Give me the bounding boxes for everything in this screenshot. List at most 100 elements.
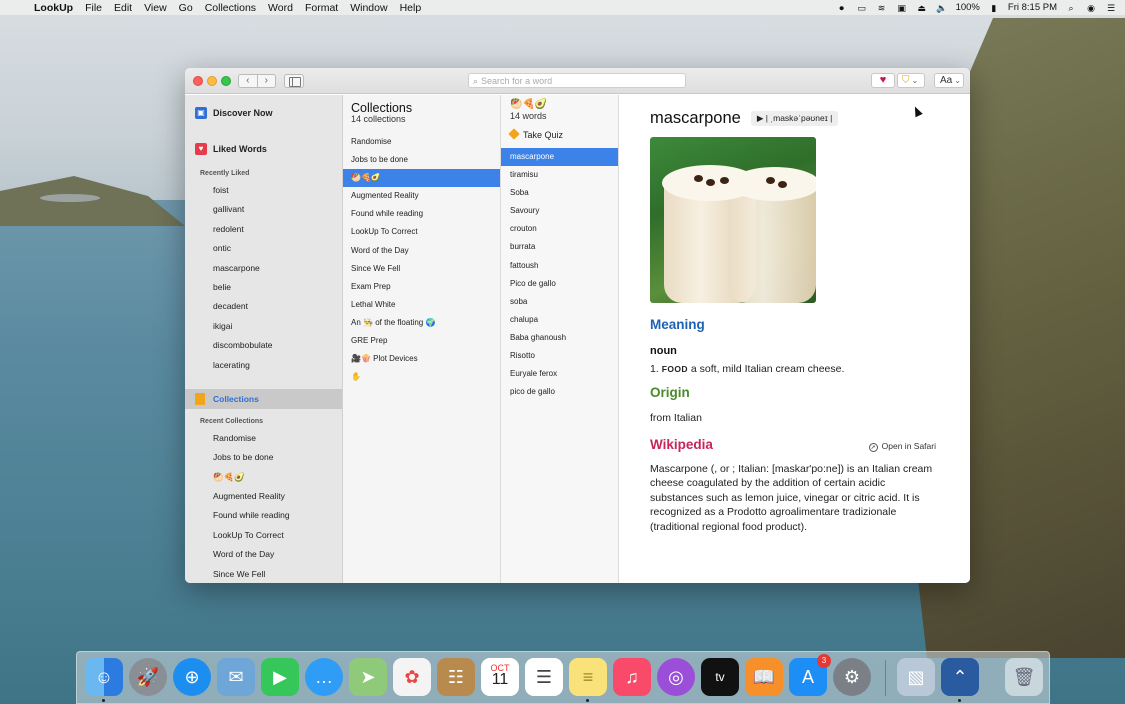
eject-icon[interactable]: ⏏ (916, 3, 928, 13)
minimize-button[interactable] (207, 76, 217, 86)
collection-item[interactable]: Jobs to be done (343, 151, 500, 169)
menu-app-name[interactable]: LookUp (28, 2, 79, 14)
record-icon[interactable]: ⏺ (836, 3, 848, 13)
word-item[interactable]: Risotto (501, 347, 618, 365)
sidebar-liked-item[interactable]: belie (185, 278, 342, 297)
sidebar-liked-item[interactable]: lacerating (185, 356, 342, 375)
collection-item[interactable]: Lethal White (343, 296, 500, 314)
airplay-icon[interactable]: ▭ (856, 3, 868, 13)
collection-item[interactable]: Randomise (343, 133, 500, 151)
sidebar-liked-item[interactable]: discombobulate (185, 336, 342, 355)
sidebar-liked-item[interactable]: mascarpone (185, 259, 342, 278)
sidebar-collection-item[interactable]: Since We Fell (185, 565, 342, 583)
word-item[interactable]: Savoury (501, 202, 618, 220)
collection-item[interactable]: Exam Prep (343, 278, 500, 296)
collection-item[interactable]: ✋ (343, 368, 500, 386)
menu-help[interactable]: Help (394, 2, 428, 14)
sidebar-liked-item[interactable]: decadent (185, 297, 342, 316)
maps-icon[interactable]: ➤ (349, 658, 387, 696)
sidebar-collection-item[interactable]: Word of the Day (185, 545, 342, 564)
books-icon[interactable]: 📖 (745, 658, 783, 696)
sidebar-liked-words[interactable]: ♥ Liked Words (185, 131, 342, 167)
collection-item[interactable]: Augmented Reality (343, 187, 500, 205)
sidebar-collection-item[interactable]: LookUp To Correct (185, 526, 342, 545)
sidebar-collection-item[interactable]: 🥙🍕🥑 (185, 468, 342, 487)
take-quiz-button[interactable]: Take Quiz (501, 127, 618, 148)
messages-icon[interactable]: … (305, 658, 343, 696)
podcasts-icon[interactable]: ◎ (657, 658, 695, 696)
sidebar-collections[interactable]: Collections (185, 388, 342, 409)
collection-item[interactable]: GRE Prep (343, 332, 500, 350)
contacts-icon[interactable]: ☷ (437, 658, 475, 696)
menu-clock[interactable]: Fri 8:15 PM (1008, 2, 1057, 13)
collection-item[interactable]: Found while reading (343, 205, 500, 223)
notification-center-icon[interactable]: ☰ (1105, 3, 1117, 13)
font-size-button[interactable]: Aa ⌄ (934, 73, 964, 88)
reminders-icon[interactable]: ☰ (525, 658, 563, 696)
word-item[interactable]: chalupa (501, 311, 618, 329)
collection-item[interactable]: 🎥🍿 Plot Devices (343, 350, 500, 368)
menu-format[interactable]: Format (299, 2, 344, 14)
search-input[interactable]: ⌕ Search for a word (468, 73, 686, 88)
sidebar-liked-item[interactable]: gallivant (185, 200, 342, 219)
battery-percent[interactable]: 100% (956, 2, 980, 13)
launchpad-icon[interactable]: 🚀 (129, 658, 167, 696)
facetime-icon[interactable]: ▶ (261, 658, 299, 696)
menu-window[interactable]: Window (344, 2, 393, 14)
sidebar-discover-now[interactable]: ▣ Discover Now (185, 95, 342, 131)
calendar-icon[interactable]: OCT 11 (481, 658, 519, 696)
siri-icon[interactable]: ◉ (1085, 3, 1097, 13)
word-item[interactable]: tiramisu (501, 166, 618, 184)
notes-icon[interactable]: ≡ (569, 658, 607, 696)
collection-item[interactable]: An 👨‍🍳 of the floating 🌍 (343, 314, 500, 332)
word-item-selected[interactable]: mascarpone (501, 148, 618, 167)
sidebar-liked-item[interactable]: ontic (185, 239, 342, 258)
display-icon[interactable]: ▣ (896, 3, 908, 13)
mail-icon[interactable]: ✉ (217, 658, 255, 696)
collection-item[interactable]: LookUp To Correct (343, 223, 500, 241)
menu-view[interactable]: View (138, 2, 173, 14)
pronunciation-play-button[interactable]: ▶ | ˌmaskəˈpəʊneɪ | (750, 110, 839, 126)
collection-item[interactable]: Word of the Day (343, 242, 500, 260)
word-item[interactable]: Euryale ferox (501, 365, 618, 383)
finder-icon[interactable]: ☺ (85, 658, 123, 696)
menu-go[interactable]: Go (173, 2, 199, 14)
tv-icon[interactable]: tv (701, 658, 739, 696)
word-item[interactable]: soba (501, 293, 618, 311)
bookmark-button[interactable]: ⛉ ⌄ (897, 73, 925, 88)
preview-icon[interactable]: ▧ (897, 658, 935, 696)
music-icon[interactable]: ♫ (613, 658, 651, 696)
close-button[interactable] (193, 76, 203, 86)
menu-edit[interactable]: Edit (108, 2, 138, 14)
collection-item[interactable]: Since We Fell (343, 260, 500, 278)
sidebar-liked-item[interactable]: redolent (185, 220, 342, 239)
open-in-safari-link[interactable]: ➚ Open in Safari (868, 441, 936, 452)
app-store-icon[interactable]: A3 (789, 654, 831, 696)
word-item[interactable]: Baba ghanoush (501, 329, 618, 347)
spotlight-icon[interactable]: ⌕ (1065, 3, 1077, 13)
sidebar-toggle-icon[interactable] (284, 74, 304, 88)
xcode-icon[interactable]: ⌃ (941, 658, 979, 696)
menu-word[interactable]: Word (262, 2, 299, 14)
word-item[interactable]: crouton (501, 220, 618, 238)
word-item[interactable]: fattoush (501, 257, 618, 275)
sidebar-collection-item[interactable]: Found while reading (185, 506, 342, 525)
like-heart-button[interactable]: ♥ (871, 73, 895, 88)
menu-collections[interactable]: Collections (199, 2, 262, 14)
word-item[interactable]: Pico de gallo (501, 275, 618, 293)
word-item[interactable]: Soba (501, 184, 618, 202)
word-item[interactable]: pico de gallo (501, 383, 618, 401)
sidebar-liked-item[interactable]: ikigai (185, 317, 342, 336)
photos-icon[interactable]: ✿ (393, 658, 431, 696)
sidebar-collection-item[interactable]: Augmented Reality (185, 487, 342, 506)
collection-item-selected[interactable]: 🥙🍕🥑 (343, 169, 500, 188)
back-arrow-icon[interactable]: ‹ (239, 75, 258, 87)
sidebar-liked-item[interactable]: foist (185, 181, 342, 200)
sidebar-collection-item[interactable]: Randomise (185, 429, 342, 448)
zoom-button[interactable] (221, 76, 231, 86)
menu-file[interactable]: File (79, 2, 108, 14)
word-item[interactable]: burrata (501, 238, 618, 256)
forward-arrow-icon[interactable]: › (258, 75, 276, 87)
wifi-icon[interactable]: ≋ (876, 3, 888, 13)
battery-icon[interactable]: ▮ (988, 3, 1000, 13)
